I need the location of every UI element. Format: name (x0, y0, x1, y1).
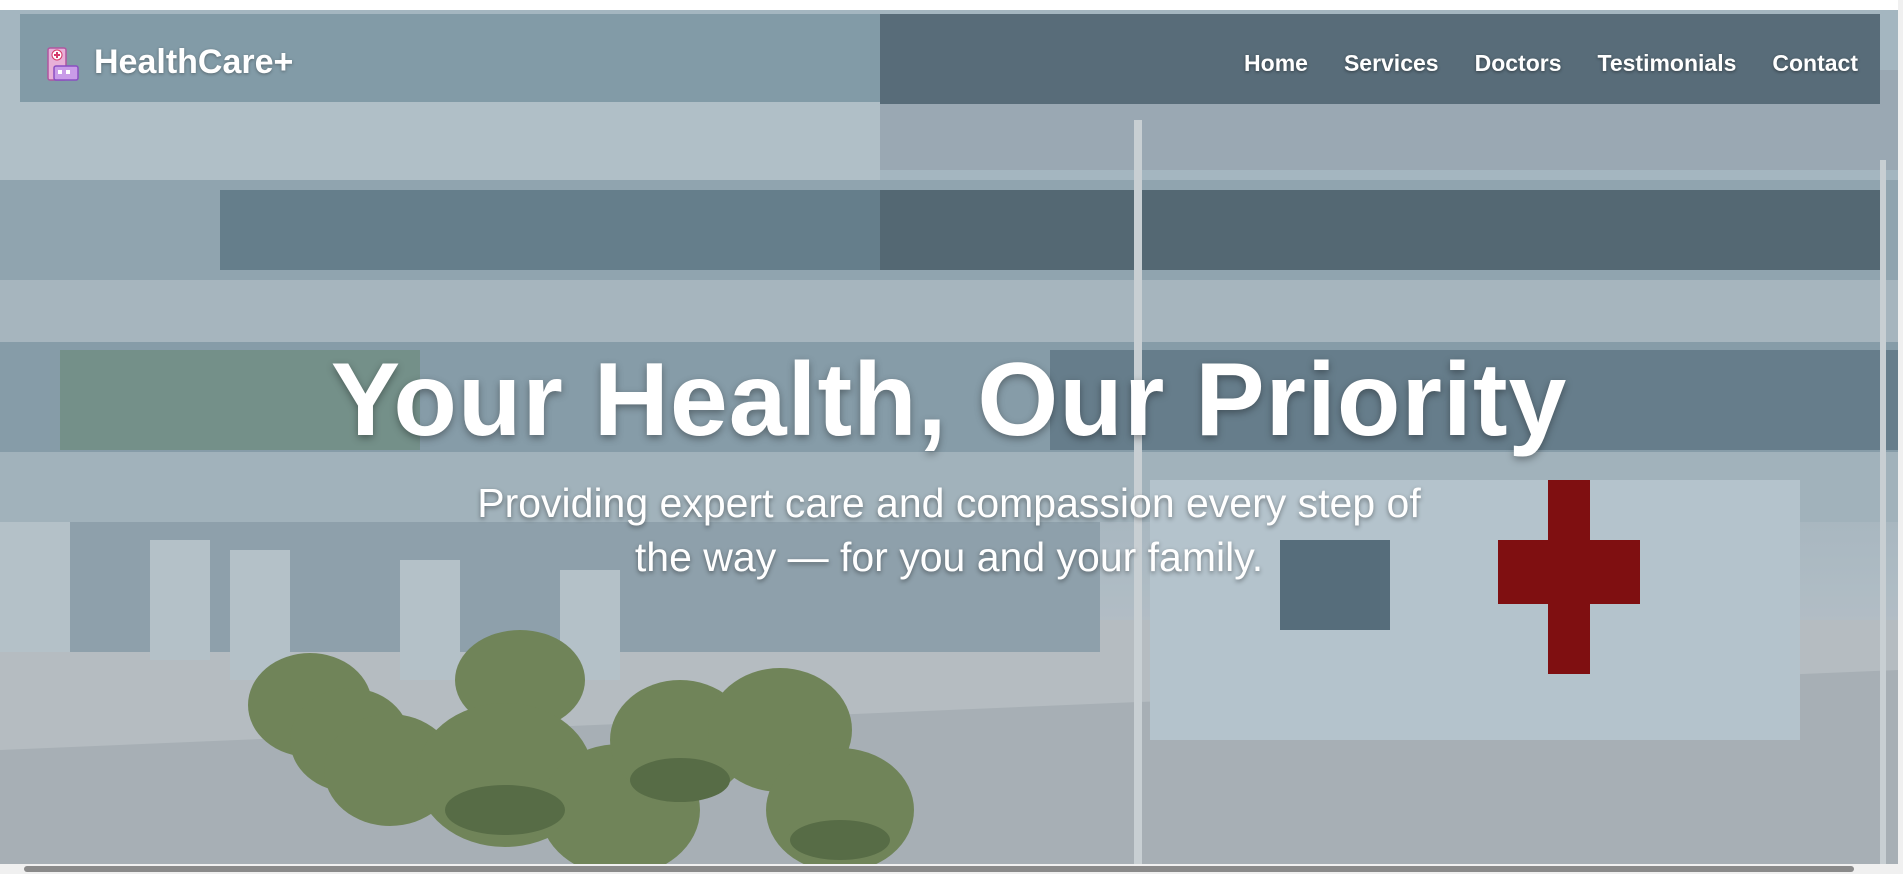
nav-link-contact[interactable]: Contact (1772, 50, 1858, 77)
navbar: HealthCare+ Home Services Doctors Testim… (0, 10, 1898, 114)
nav-link-testimonials[interactable]: Testimonials (1597, 50, 1736, 77)
horizontal-scrollbar-thumb[interactable] (24, 866, 1854, 872)
nav-link-services[interactable]: Services (1344, 50, 1439, 77)
brand-name: HealthCare+ (94, 42, 294, 81)
brand[interactable]: HealthCare+ (46, 40, 293, 84)
horizontal-scrollbar[interactable] (0, 864, 1903, 874)
hero-subtitle: Providing expert care and compassion eve… (477, 480, 1421, 580)
vertical-scrollbar[interactable] (1898, 0, 1903, 864)
hero-section: HealthCare+ Home Services Doctors Testim… (0, 10, 1898, 864)
nav-link-home[interactable]: Home (1244, 50, 1308, 77)
hero-title: Your Health, Our Priority (330, 342, 1568, 458)
hospital-icon (47, 47, 79, 81)
nav-link-doctors[interactable]: Doctors (1475, 50, 1562, 77)
main-nav: Home Services Doctors Testimonials Conta… (1208, 50, 1858, 77)
